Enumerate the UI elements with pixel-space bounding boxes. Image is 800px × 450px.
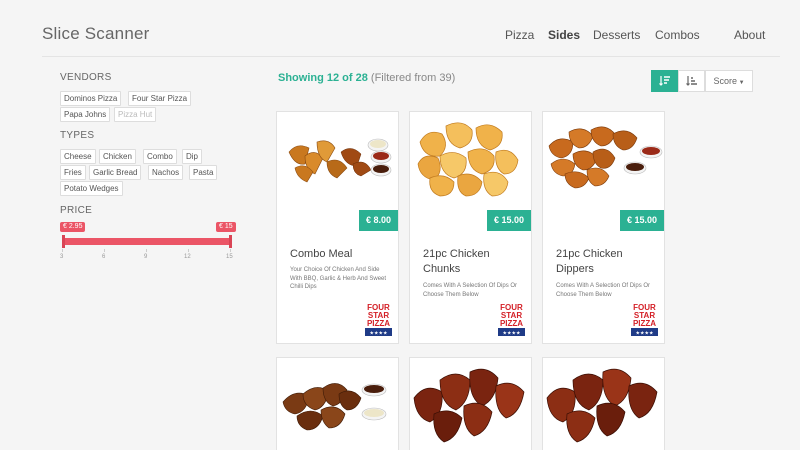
- nav-sides[interactable]: Sides: [548, 28, 580, 42]
- price-range-slider[interactable]: [62, 238, 232, 245]
- types-heading: TYPES: [60, 130, 95, 141]
- product-card[interactable]: € 15.00 21pc Chicken Chunks Comes With A…: [409, 111, 532, 344]
- top-nav-bar: Slice Scanner Pizza Sides Desserts Combo…: [0, 0, 800, 58]
- type-tag-combo[interactable]: Combo: [143, 149, 177, 164]
- product-image: [413, 368, 525, 443]
- svg-text:PIZZA: PIZZA: [367, 319, 390, 328]
- price-min-handle[interactable]: [62, 235, 65, 248]
- sort-descending-button[interactable]: [651, 70, 678, 92]
- price-badge: € 8.00: [358, 210, 398, 231]
- vendor-tag-pizza-hut[interactable]: Pizza Hut: [114, 107, 157, 122]
- type-tag-fries[interactable]: Fries: [60, 165, 86, 180]
- sort-ascending-button[interactable]: [678, 70, 705, 92]
- price-heading: PRICE: [60, 205, 93, 216]
- price-tick-label: 12: [184, 254, 191, 260]
- nav-pizza[interactable]: Pizza: [505, 28, 534, 42]
- type-tag-pasta[interactable]: Pasta: [189, 165, 218, 180]
- type-tag-chicken[interactable]: Chicken: [99, 149, 136, 164]
- caret-down-icon: ▼: [736, 80, 745, 86]
- product-name[interactable]: 21pc Chicken Chunks: [423, 247, 523, 277]
- type-tag-potato-wedges[interactable]: Potato Wedges: [60, 181, 123, 196]
- type-tag-garlic-bread[interactable]: Garlic Bread: [89, 165, 142, 180]
- price-badge: € 15.00: [486, 210, 531, 231]
- price-tick-mark: [188, 249, 189, 252]
- price-tick-mark: [230, 249, 231, 252]
- sort-asc-icon: [685, 76, 697, 86]
- price-tick-mark: [62, 249, 63, 252]
- product-card[interactable]: [409, 357, 532, 450]
- nav-about[interactable]: About: [734, 28, 765, 42]
- svg-text:PIZZA: PIZZA: [500, 319, 523, 328]
- price-max-handle[interactable]: [229, 235, 232, 248]
- product-image: [288, 138, 392, 183]
- results-summary: Showing 12 of 28 (Filtered from 39): [278, 72, 455, 84]
- svg-text:★★★★: ★★★★: [636, 331, 654, 337]
- nav-desserts[interactable]: Desserts: [593, 28, 640, 42]
- sort-score-dropdown[interactable]: Score ▼: [705, 70, 753, 92]
- product-name[interactable]: 21pc Chicken Dippers: [556, 247, 656, 277]
- price-tick-label: 3: [60, 254, 64, 260]
- four-star-pizza-logo: FOUR STAR PIZZA ★★★★: [498, 302, 525, 336]
- product-card[interactable]: [542, 357, 665, 450]
- price-min-badge: € 2.95: [60, 222, 86, 232]
- price-tick-label: 15: [226, 254, 233, 260]
- product-name[interactable]: Combo Meal: [290, 247, 390, 262]
- product-image: [548, 126, 663, 189]
- svg-text:PIZZA: PIZZA: [633, 319, 656, 328]
- product-description: Comes With A Selection Of Dips Or Choose…: [423, 283, 518, 298]
- nav-combos[interactable]: Combos: [655, 28, 700, 42]
- price-max-badge: € 15: [216, 222, 236, 232]
- svg-text:★★★★: ★★★★: [370, 331, 388, 337]
- product-image: [282, 383, 387, 431]
- type-tag-dip[interactable]: Dip: [182, 149, 203, 164]
- product-card[interactable]: [276, 357, 399, 450]
- price-badge: € 15.00: [619, 210, 664, 231]
- four-star-pizza-logo: FOUR STAR PIZZA ★★★★: [631, 302, 658, 336]
- svg-text:★★★★: ★★★★: [503, 331, 521, 337]
- score-label: Score: [713, 76, 737, 86]
- product-card[interactable]: € 8.00 Combo Meal Your Choice Of Chicken…: [276, 111, 399, 344]
- type-tag-cheese[interactable]: Cheese: [60, 149, 96, 164]
- vendor-tag-four-star[interactable]: Four Star Pizza: [128, 91, 192, 106]
- vendor-tag-papa-johns[interactable]: Papa Johns: [60, 107, 111, 122]
- price-tick-mark: [104, 249, 105, 252]
- product-card[interactable]: € 15.00 21pc Chicken Dippers Comes With …: [542, 111, 665, 344]
- vendors-heading: VENDORS: [60, 72, 112, 83]
- vendor-tag-dominos[interactable]: Dominos Pizza: [60, 91, 122, 106]
- price-tick-label: 9: [144, 254, 148, 260]
- price-tick-mark: [146, 249, 147, 252]
- product-description: Comes With A Selection Of Dips Or Choose…: [556, 283, 651, 298]
- four-star-pizza-logo: FOUR STAR PIZZA ★★★★: [365, 302, 392, 336]
- product-image: [546, 368, 658, 443]
- app-title[interactable]: Slice Scanner: [42, 24, 150, 44]
- product-image: [417, 122, 519, 197]
- results-filtered: (Filtered from 39): [370, 72, 456, 84]
- header-divider: [42, 56, 780, 57]
- type-tag-nachos[interactable]: Nachos: [148, 165, 184, 180]
- price-tick-label: 6: [102, 254, 106, 260]
- sort-desc-icon: [658, 76, 670, 86]
- product-description: Your Choice Of Chicken And Side With BBQ…: [290, 267, 387, 290]
- results-count: Showing 12 of 28: [278, 72, 368, 84]
